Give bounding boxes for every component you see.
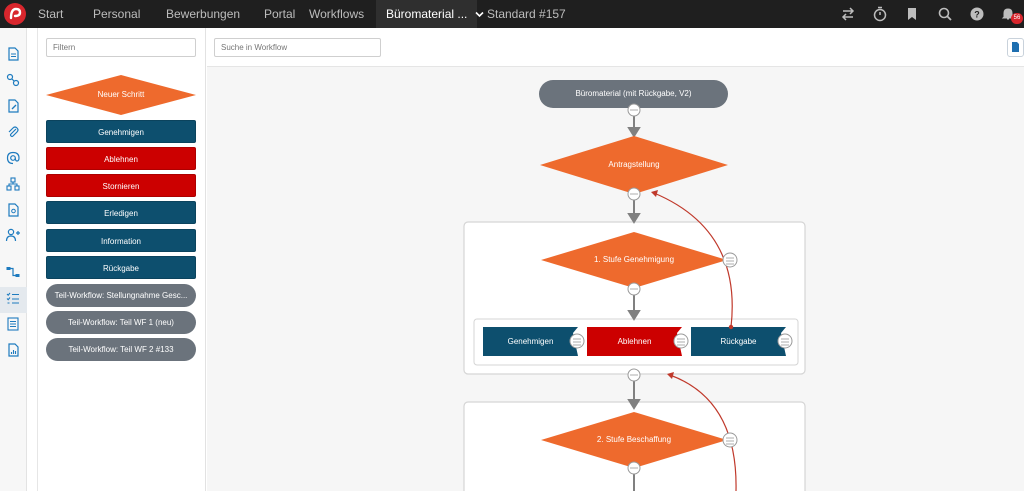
contract-icon[interactable] bbox=[5, 202, 21, 218]
attachment-icon[interactable] bbox=[5, 124, 21, 140]
document-icon[interactable] bbox=[5, 46, 21, 62]
nav-bewerbungen[interactable]: Bewerbungen bbox=[166, 0, 240, 28]
file-edit-icon[interactable] bbox=[5, 98, 21, 114]
palette-filter-input[interactable] bbox=[46, 38, 196, 57]
action-genehmigen-label: Genehmigen bbox=[507, 337, 554, 346]
add-user-icon[interactable] bbox=[5, 227, 21, 243]
stopwatch-icon[interactable] bbox=[871, 5, 889, 23]
help-icon[interactable]: ? bbox=[968, 5, 986, 23]
workflow-search-input[interactable] bbox=[214, 38, 381, 57]
report-icon[interactable] bbox=[5, 342, 21, 358]
action-ablehnen-label: Ablehnen bbox=[617, 337, 652, 346]
switch-icon[interactable] bbox=[839, 5, 857, 23]
checklist-icon[interactable] bbox=[5, 290, 21, 306]
palette-subflow-teil-wf-2[interactable]: Teil-Workflow: Teil WF 2 #133 bbox=[46, 338, 196, 361]
palette-ablehnen-button[interactable]: Ablehnen bbox=[46, 147, 196, 170]
palette-information-button[interactable]: Information bbox=[46, 229, 196, 252]
start-node-label: Büromaterial (mit Rückgabe, V2) bbox=[575, 89, 692, 98]
tab-standard[interactable]: Standard #157 bbox=[487, 0, 566, 28]
palette-erledigen-button[interactable]: Erledigen bbox=[46, 201, 196, 224]
users-link-icon[interactable] bbox=[5, 72, 21, 88]
at-sign-icon[interactable] bbox=[5, 150, 21, 166]
nav-workflows[interactable]: Workflows bbox=[309, 0, 364, 28]
app-logo[interactable] bbox=[4, 3, 26, 25]
nav-portal[interactable]: Portal bbox=[264, 0, 295, 28]
tab-active-label: Büromaterial ... bbox=[386, 7, 468, 21]
workflow-diagram bbox=[463, 80, 806, 491]
nav-personal[interactable]: Personal bbox=[93, 0, 140, 28]
palette-rueckgabe-button[interactable]: Rückgabe bbox=[46, 256, 196, 279]
step-1-stufe-label: 1. Stufe Genehmigung bbox=[593, 255, 675, 264]
save-document-button[interactable] bbox=[1007, 38, 1024, 57]
palette-subflow-stellungnahme[interactable]: Teil-Workflow: Stellungnahme Gesc... bbox=[46, 284, 196, 307]
action-rueckgabe-label: Rückgabe bbox=[720, 337, 757, 346]
top-navigation-bar: Start Personal Bewerbungen Portal Workfl… bbox=[0, 0, 1024, 28]
search-icon[interactable] bbox=[936, 5, 954, 23]
svg-text:?: ? bbox=[974, 10, 980, 20]
bookmark-icon[interactable] bbox=[903, 5, 921, 23]
palette-genehmigen-button[interactable]: Genehmigen bbox=[46, 120, 196, 143]
tab-active-workflow[interactable]: Büromaterial ... bbox=[376, 0, 484, 28]
step-2-stufe-label: 2. Stufe Beschaffung bbox=[596, 435, 672, 444]
org-chart-icon[interactable] bbox=[5, 176, 21, 192]
step-antragstellung-label: Antragstellung bbox=[608, 160, 660, 169]
new-step-label: Neuer Schritt bbox=[97, 90, 145, 99]
list-icon[interactable] bbox=[5, 316, 21, 332]
chevron-down-icon[interactable] bbox=[475, 0, 484, 28]
nav-start[interactable]: Start bbox=[38, 0, 63, 28]
notification-badge: 56 bbox=[1011, 13, 1023, 24]
palette-subflow-teil-wf-1[interactable]: Teil-Workflow: Teil WF 1 (neu) bbox=[46, 311, 196, 334]
workflow-icon[interactable] bbox=[5, 264, 21, 280]
palette-stornieren-button[interactable]: Stornieren bbox=[46, 174, 196, 197]
